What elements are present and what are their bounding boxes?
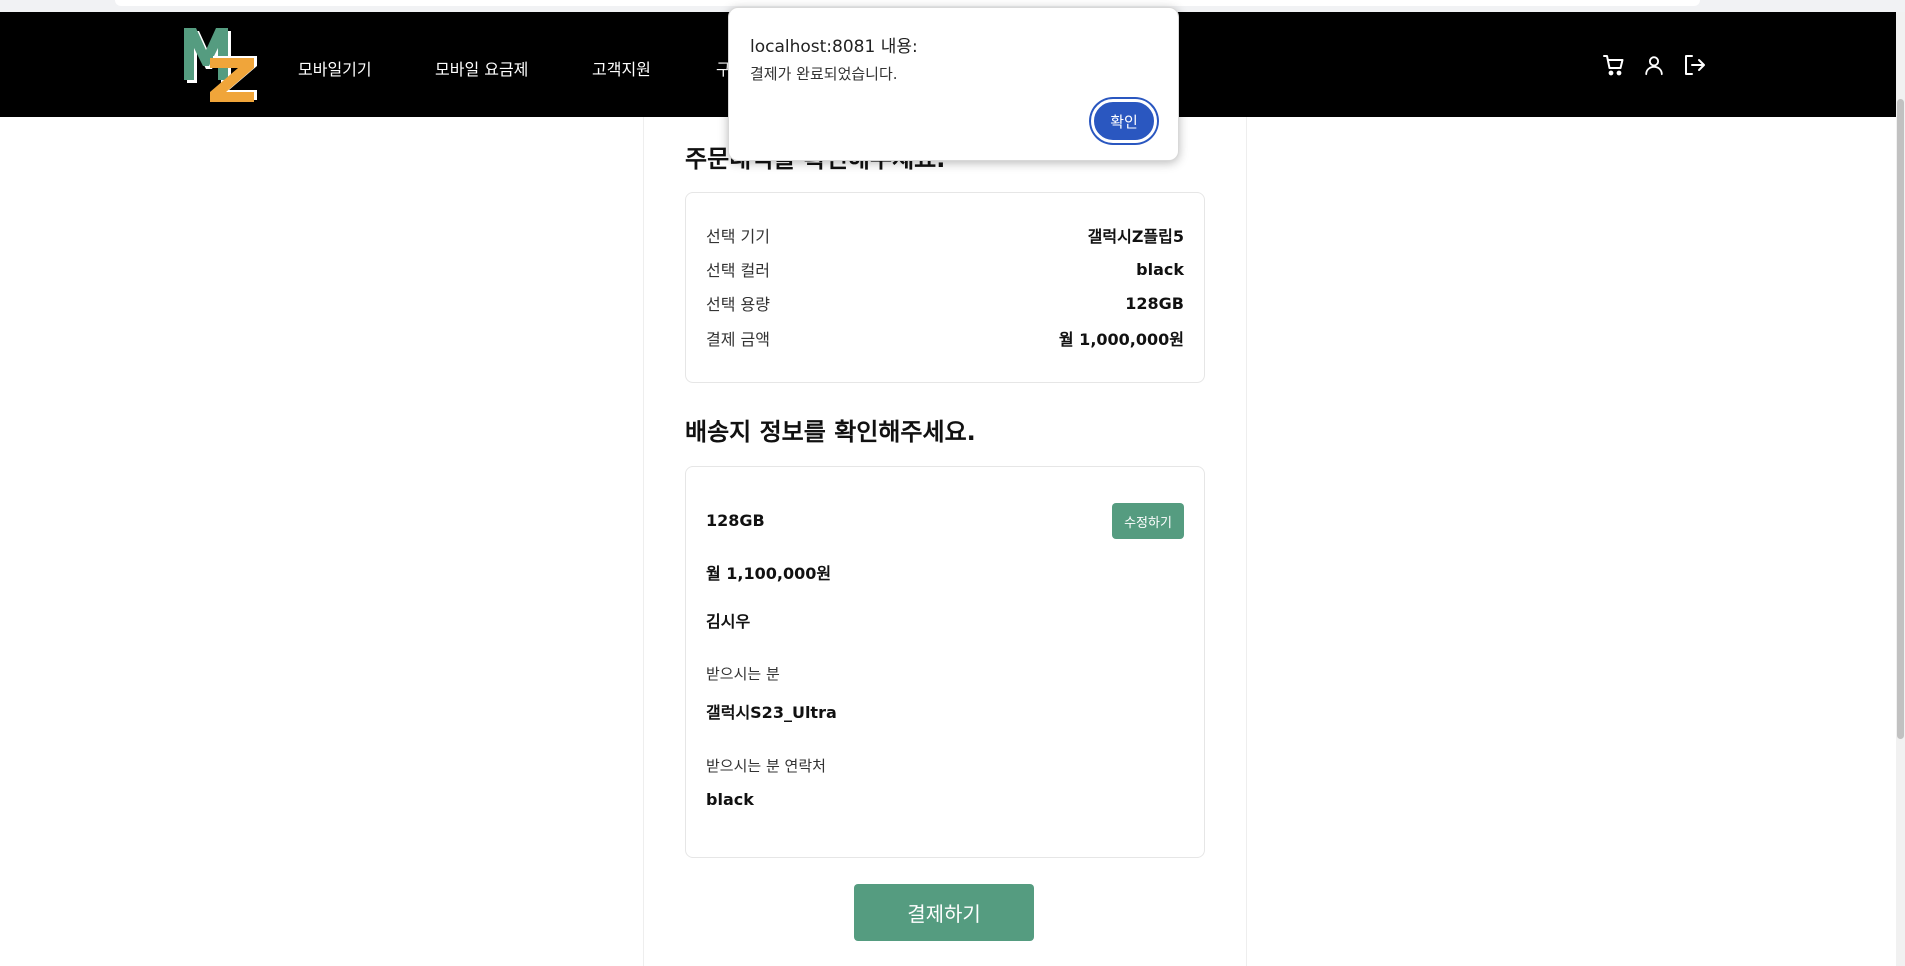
- order-row-label: 결제 금액: [706, 330, 770, 349]
- header-icons: [1600, 51, 1708, 79]
- alert-origin: localhost:8081 내용:: [750, 37, 918, 57]
- order-summary-card: 선택 기기 갤럭시Z플립5 선택 컬러 black 선택 용량 128GB 결제…: [685, 192, 1205, 383]
- alert-ok-button[interactable]: 확인: [1091, 99, 1157, 143]
- logo-mz-icon: [184, 28, 257, 102]
- recipient-contact-label: 받으시는 분 연락처: [706, 757, 826, 775]
- order-row-value: black: [1136, 259, 1184, 279]
- cart-icon[interactable]: [1600, 51, 1628, 79]
- scrollbar-thumb[interactable]: [1897, 99, 1904, 739]
- shipping-section-title: 배송지 정보를 확인해주세요.: [685, 418, 976, 446]
- page-scrollbar[interactable]: [1896, 12, 1905, 966]
- order-confirmation-panel: 주문내역을 확인해주세요. 선택 기기 갤럭시Z플립5 선택 컬러 black …: [643, 117, 1247, 966]
- order-row-device: 선택 기기 갤럭시Z플립5: [706, 223, 1184, 247]
- nav-customer-support[interactable]: 고객지원: [592, 56, 651, 80]
- shipping-info-card: 128GB 수정하기 월 1,100,000원 김시우 받으시는 분 갤럭시S2…: [685, 466, 1205, 858]
- order-row-value: 월 1,000,000원: [1058, 330, 1184, 349]
- order-row-payment: 결제 금액 월 1,000,000원: [706, 326, 1184, 350]
- recipient-contact-value: black: [706, 790, 754, 809]
- shipping-price: 월 1,100,000원: [706, 564, 832, 583]
- site-logo[interactable]: [180, 20, 260, 106]
- nav-mobile-plans[interactable]: 모바일 요금제: [435, 56, 528, 80]
- shipping-name: 김시우: [706, 612, 751, 631]
- order-row-label: 선택 용량: [706, 295, 770, 314]
- order-row-value: 갤럭시Z플립5: [1087, 227, 1184, 246]
- address-bar[interactable]: [115, 0, 1700, 6]
- shipping-capacity: 128GB: [706, 511, 765, 530]
- pay-button[interactable]: 결제하기: [854, 884, 1034, 941]
- order-row-storage: 선택 용량 128GB: [706, 291, 1184, 315]
- user-icon[interactable]: [1640, 51, 1668, 79]
- order-row-label: 선택 컬러: [706, 261, 770, 280]
- recipient-label: 받으시는 분: [706, 665, 780, 683]
- edit-button[interactable]: 수정하기: [1112, 503, 1184, 539]
- nav-mobile-devices[interactable]: 모바일기기: [298, 56, 372, 80]
- order-row-label: 선택 기기: [706, 227, 770, 246]
- logout-icon[interactable]: [1680, 51, 1708, 79]
- order-row-color: 선택 컬러 black: [706, 257, 1184, 281]
- alert-message: 결제가 완료되었습니다.: [750, 65, 898, 83]
- order-row-value: 128GB: [1125, 293, 1184, 313]
- recipient-value: 갤럭시S23_Ultra: [706, 703, 837, 722]
- alert-dialog: localhost:8081 내용: 결제가 완료되었습니다. 확인: [728, 7, 1179, 161]
